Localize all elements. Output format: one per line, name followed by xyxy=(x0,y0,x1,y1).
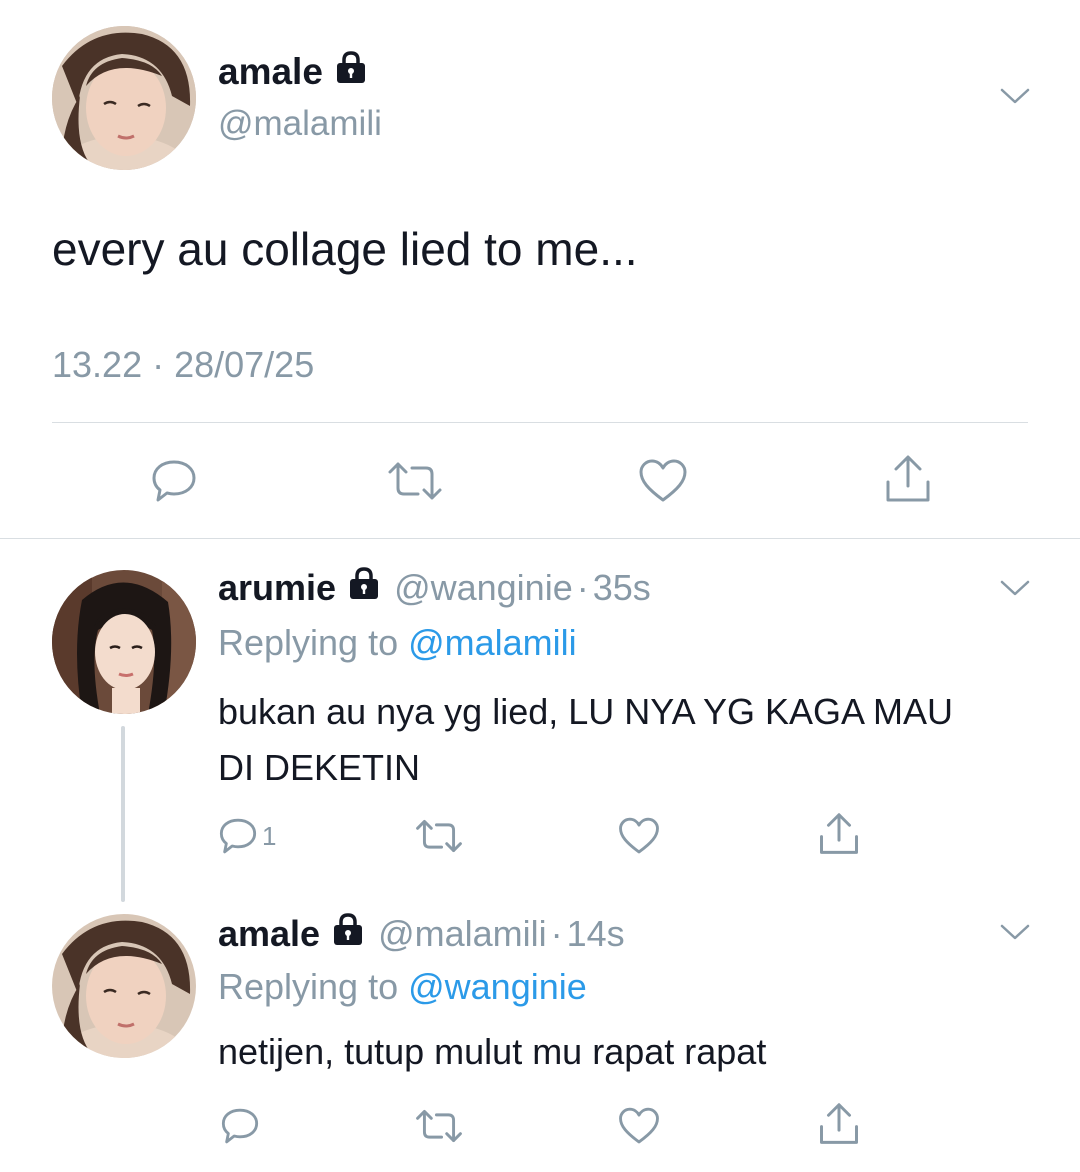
section-divider xyxy=(0,538,1080,539)
share-icon xyxy=(886,455,930,502)
replying-to-prefix: Replying to xyxy=(218,966,409,1007)
mention-link[interactable]: @malamili xyxy=(408,622,577,663)
share-button[interactable] xyxy=(818,1102,860,1146)
tweet-text: every au collage lied to me... xyxy=(52,223,638,275)
replying-to: Replying to @wanginie xyxy=(218,966,587,1008)
display-name[interactable]: amale xyxy=(218,50,369,93)
display-name[interactable]: arumie xyxy=(218,567,336,609)
mention-link[interactable]: @wanginie xyxy=(408,966,587,1007)
reply-text: bukan au nya yg lied, LU NYA YG KAGA MAU… xyxy=(218,691,954,788)
like-button[interactable] xyxy=(618,816,660,856)
reply-icon xyxy=(152,460,196,502)
share-button[interactable] xyxy=(818,812,860,856)
separator: · xyxy=(576,566,589,608)
thread-line xyxy=(121,726,125,902)
handle[interactable]: @malamili xyxy=(218,104,382,144)
avatar[interactable] xyxy=(52,570,196,714)
avatar[interactable] xyxy=(52,26,196,170)
handle[interactable]: @wanginie xyxy=(394,567,573,609)
handle[interactable]: @malamili xyxy=(378,913,547,955)
display-name-text[interactable]: amale xyxy=(218,51,323,93)
share-button[interactable] xyxy=(884,454,932,504)
reply-button[interactable]: 1 xyxy=(218,816,276,856)
share-icon xyxy=(820,813,858,854)
like-button[interactable] xyxy=(638,458,688,504)
replying-to: Replying to @malamili xyxy=(218,622,577,664)
like-icon xyxy=(639,459,687,502)
separator: · xyxy=(550,912,563,954)
retweet-icon xyxy=(416,1109,462,1143)
share-icon xyxy=(820,1103,858,1144)
avatar[interactable] xyxy=(52,914,196,1058)
reply-header: amale @malamili · 14s xyxy=(218,912,625,955)
chevron-down-icon[interactable] xyxy=(1000,86,1030,106)
reply-icon xyxy=(219,818,257,854)
lock-icon xyxy=(333,50,369,93)
lock-icon xyxy=(346,566,382,609)
like-icon xyxy=(619,817,659,854)
retweet-button[interactable] xyxy=(414,1108,464,1144)
retweet-icon xyxy=(388,462,442,500)
reply-time[interactable]: 35s xyxy=(593,567,651,609)
reply-icon xyxy=(221,1108,259,1144)
reply-time[interactable]: 14s xyxy=(567,913,625,955)
reply-text: netijen, tutup mulut mu rapat rapat xyxy=(218,1031,767,1072)
tweet-timestamp[interactable]: 13.22 · 28/07/25 xyxy=(52,344,314,386)
reply-header: arumie @wanginie · 35s xyxy=(218,566,651,609)
retweet-icon xyxy=(416,819,462,853)
reply-button[interactable] xyxy=(220,1106,264,1146)
divider xyxy=(52,422,1028,423)
display-name[interactable]: amale xyxy=(218,913,320,955)
chevron-down-icon[interactable] xyxy=(1000,922,1030,942)
like-button[interactable] xyxy=(618,1106,660,1146)
reply-button[interactable] xyxy=(150,458,198,504)
lock-icon xyxy=(330,912,366,955)
reply-count: 1 xyxy=(262,820,277,851)
replying-to-prefix: Replying to xyxy=(218,622,409,663)
chevron-down-icon[interactable] xyxy=(1000,578,1030,598)
retweet-button[interactable] xyxy=(386,460,444,502)
retweet-button[interactable] xyxy=(414,818,464,854)
like-icon xyxy=(619,1107,659,1144)
